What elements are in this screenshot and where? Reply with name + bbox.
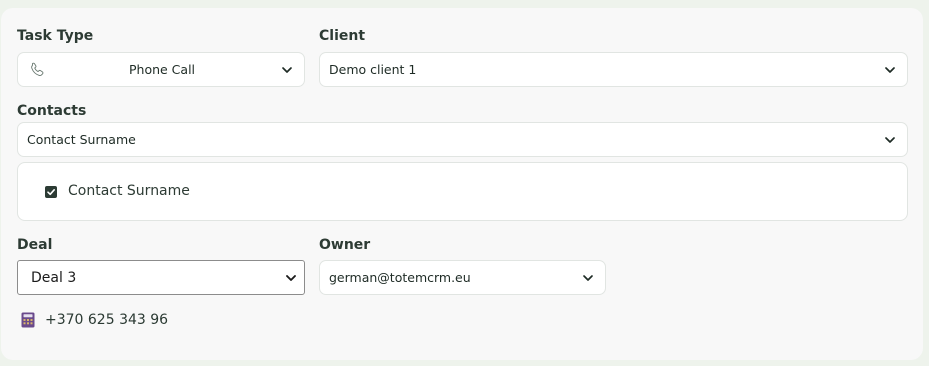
client-label: Client	[319, 28, 366, 44]
chevron-down-icon	[282, 67, 292, 73]
chevron-down-icon	[583, 275, 593, 281]
calculator-icon	[21, 312, 35, 328]
client-value: Demo client 1	[329, 62, 417, 77]
phone-number[interactable]: +370 625 343 96	[45, 312, 168, 328]
owner-label: Owner	[319, 237, 371, 253]
task-type-value: Phone Call	[128, 62, 196, 77]
deal-value: Deal 3	[31, 269, 77, 286]
deal-label: Deal	[17, 237, 53, 253]
contacts-value: Contact Surname	[27, 132, 136, 147]
task-type-label: Task Type	[17, 28, 94, 44]
chevron-down-icon	[885, 137, 895, 143]
chevron-down-icon	[885, 67, 895, 73]
task-form-card: Task Type Phone Call Client Demo client …	[1, 8, 923, 360]
owner-value: german@totemcrm.eu	[329, 270, 471, 285]
contact-checkbox[interactable]	[45, 186, 57, 198]
contacts-options-panel: Contact Surname	[17, 162, 908, 221]
contact-option-label[interactable]: Contact Surname	[68, 183, 190, 199]
phone-number-row: +370 625 343 96	[21, 312, 168, 328]
contacts-label: Contacts	[17, 103, 87, 119]
chevron-down-icon	[286, 275, 296, 281]
task-type-select[interactable]: Phone Call	[17, 52, 305, 87]
deal-select[interactable]: Deal 3	[17, 260, 305, 295]
checkmark-icon	[47, 189, 55, 196]
owner-select[interactable]: german@totemcrm.eu	[319, 260, 606, 295]
contacts-select[interactable]: Contact Surname	[17, 122, 908, 157]
client-select[interactable]: Demo client 1	[319, 52, 908, 87]
